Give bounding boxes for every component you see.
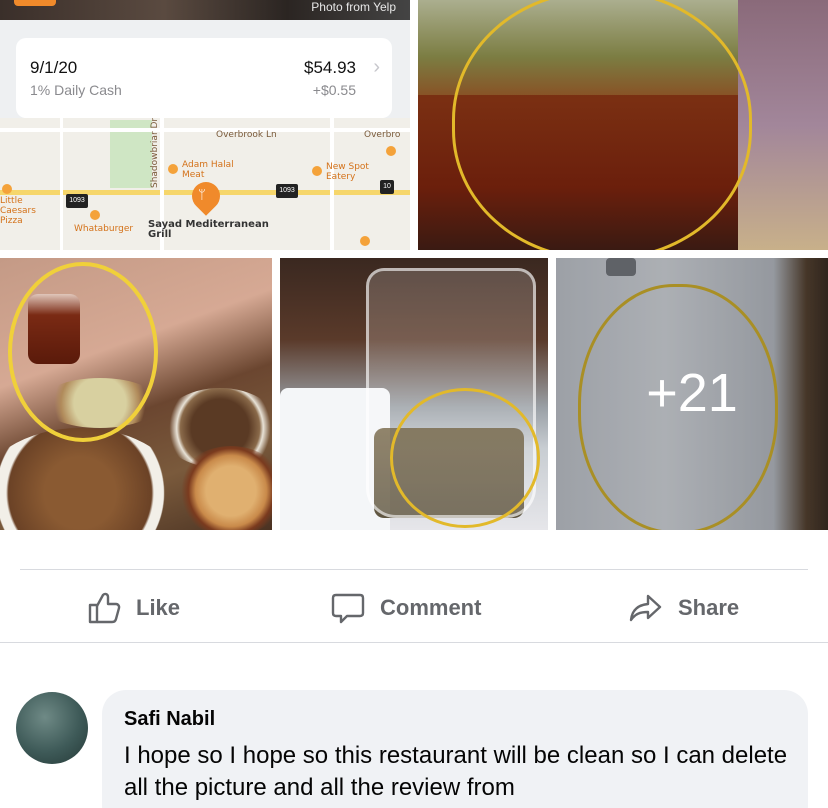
- poi-little-caesars[interactable]: [2, 184, 12, 194]
- annotation-circle: [390, 388, 540, 528]
- map-label-overbrook-2: Overbro: [364, 130, 401, 140]
- poi-whataburger[interactable]: [90, 210, 100, 220]
- like-label: Like: [136, 595, 181, 620]
- annotation-circle: [8, 262, 158, 442]
- thumbs-up-icon: [88, 592, 121, 624]
- map-label-whataburger: Whataburger: [74, 224, 134, 234]
- road: [330, 118, 334, 250]
- orange-chip: [14, 0, 56, 6]
- poi-marker[interactable]: [386, 146, 396, 156]
- photo-more[interactable]: +21: [556, 258, 828, 530]
- map-label-overbrook: Overbrook Ln: [216, 130, 277, 140]
- road: [60, 118, 63, 250]
- map: Overbrook Ln Overbro Shadowbriar Dr Adam…: [0, 118, 410, 250]
- comment-label: Comment: [380, 595, 482, 620]
- map-transaction-photo[interactable]: Photo from Yelp 9/1/20 1% Daily Cash $54…: [0, 0, 410, 250]
- transaction-subtitle: 1% Daily Cash: [30, 82, 122, 98]
- comment-button[interactable]: Comment: [330, 588, 481, 628]
- restaurant-pin-icon[interactable]: [186, 176, 226, 216]
- highway-shield: 10: [380, 180, 394, 194]
- photo-falafel-plates[interactable]: [0, 258, 272, 530]
- share-button[interactable]: Share: [628, 588, 739, 628]
- highway-shield: 1093: [66, 194, 88, 208]
- like-button[interactable]: Like: [86, 588, 180, 628]
- map-label-shadowbriar: Shadowbriar Dr: [150, 118, 160, 188]
- share-arrow-icon: [629, 594, 662, 622]
- divider: [20, 569, 808, 570]
- poi-marker[interactable]: [360, 236, 370, 246]
- photo-dirty-glass[interactable]: [280, 258, 548, 530]
- comment-bubble[interactable]: Safi Nabil I hope so I hope so this rest…: [102, 690, 808, 808]
- poi-new-spot[interactable]: [312, 166, 322, 176]
- chevron-right-icon: ›: [373, 56, 380, 78]
- falafel-plate: [0, 428, 180, 530]
- photo-caption: Photo from Yelp: [311, 0, 396, 14]
- map-label-little-caesars: Little Caesars Pizza: [0, 196, 36, 226]
- comment-bubble-icon: [331, 593, 365, 624]
- transaction-cashback: +$0.55: [312, 82, 356, 98]
- comment-author[interactable]: Safi Nabil: [124, 708, 215, 731]
- photo-tea-glass[interactable]: [418, 0, 828, 250]
- map-label-new-spot: New Spot Eatery: [326, 162, 369, 182]
- map-label-adam-halal: Adam Halal Meat: [182, 160, 234, 180]
- share-label: Share: [678, 595, 740, 620]
- action-bar: Like Comment Share: [0, 580, 828, 636]
- transaction-card: 9/1/20 1% Daily Cash $54.93 +$0.55 ›: [16, 38, 392, 118]
- avatar[interactable]: [16, 692, 88, 764]
- divider: [0, 642, 828, 643]
- comment-text: I hope so I hope so this restaurant will…: [124, 742, 788, 801]
- more-photos-count: +21: [646, 363, 738, 423]
- transaction-amount: $54.93: [304, 58, 356, 77]
- map-label-sayad: Sayad Mediterranean Grill: [148, 219, 269, 240]
- poi-adam-halal[interactable]: [168, 164, 178, 174]
- highway-shield: 1093: [276, 184, 298, 198]
- annotation-circle: [452, 0, 752, 250]
- fork-knife-icon: ᛘ: [198, 187, 206, 202]
- transaction-date: 9/1/20: [30, 58, 78, 77]
